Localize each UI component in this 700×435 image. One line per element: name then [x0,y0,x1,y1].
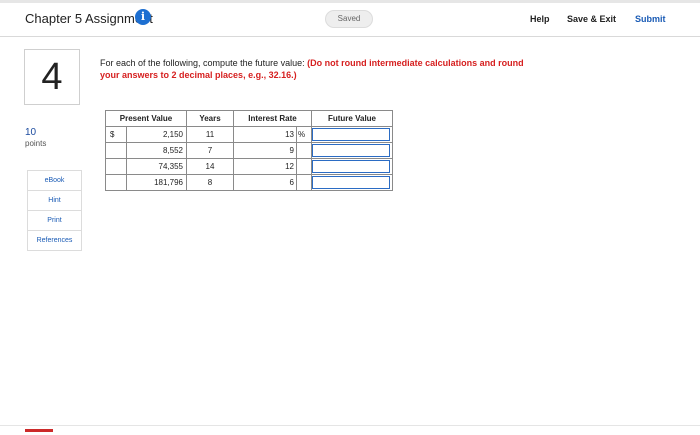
top-divider [0,0,700,3]
future-value-cell [311,174,393,191]
question-tools: eBook Hint Print References [27,170,82,251]
years-cell: 11 [186,126,234,143]
header-interest-rate: Interest Rate [233,110,312,127]
hint-button[interactable]: Hint [28,191,81,211]
table-header-row: Present Value Years Interest Rate Future… [105,110,393,127]
currency-cell-empty [105,158,127,175]
currency-cell-empty [105,142,127,159]
currency-symbol: $ [105,126,127,143]
years-cell: 14 [186,158,234,175]
currency-cell-empty [105,174,127,191]
ebook-button[interactable]: eBook [28,171,81,191]
submit-button[interactable]: Submit [635,14,666,24]
years-cell: 7 [186,142,234,159]
header-years: Years [186,110,234,127]
top-bar: Chapter 5 Assignment i Saved Help Save &… [0,0,700,37]
references-button[interactable]: References [28,231,81,250]
percent-cell-empty [296,158,312,175]
future-value-cell [311,126,393,143]
question-instructions: For each of the following, compute the f… [100,57,530,81]
interest-rate-cell: 9 [233,142,297,159]
instruction-text: For each of the following, compute the f… [100,58,308,68]
bottom-progress-marker [25,429,53,432]
present-value-cell: 2,150 [126,126,187,143]
table-row: 181,796 8 6 [105,174,393,191]
future-value-input[interactable] [312,160,390,173]
future-value-input[interactable] [312,128,390,141]
percent-symbol: % [296,126,312,143]
save-exit-button[interactable]: Save & Exit [567,14,616,24]
help-button[interactable]: Help [530,14,550,24]
points-value: 10 [25,127,37,138]
years-cell: 8 [186,174,234,191]
saved-status-badge: Saved [325,10,373,28]
future-value-cell [311,142,393,159]
header-future-value: Future Value [311,110,393,127]
future-value-input[interactable] [312,176,390,189]
points-label: points [25,139,47,148]
future-value-cell [311,158,393,175]
table-row: $ 2,150 11 13 % [105,126,393,143]
interest-rate-cell: 12 [233,158,297,175]
table-row: 74,355 14 12 [105,158,393,175]
print-button[interactable]: Print [28,211,81,231]
info-icon[interactable]: i [135,9,151,25]
present-value-cell: 8,552 [126,142,187,159]
future-value-table: Present Value Years Interest Rate Future… [105,110,393,191]
percent-cell-empty [296,174,312,191]
question-number: 4 [24,49,80,105]
future-value-input[interactable] [312,144,390,157]
present-value-cell: 74,355 [126,158,187,175]
percent-cell-empty [296,142,312,159]
present-value-cell: 181,796 [126,174,187,191]
interest-rate-cell: 6 [233,174,297,191]
assignment-title: Chapter 5 Assignment [25,11,153,26]
header-present-value: Present Value [105,110,187,127]
interest-rate-cell: 13 [233,126,297,143]
table-row: 8,552 7 9 [105,142,393,159]
